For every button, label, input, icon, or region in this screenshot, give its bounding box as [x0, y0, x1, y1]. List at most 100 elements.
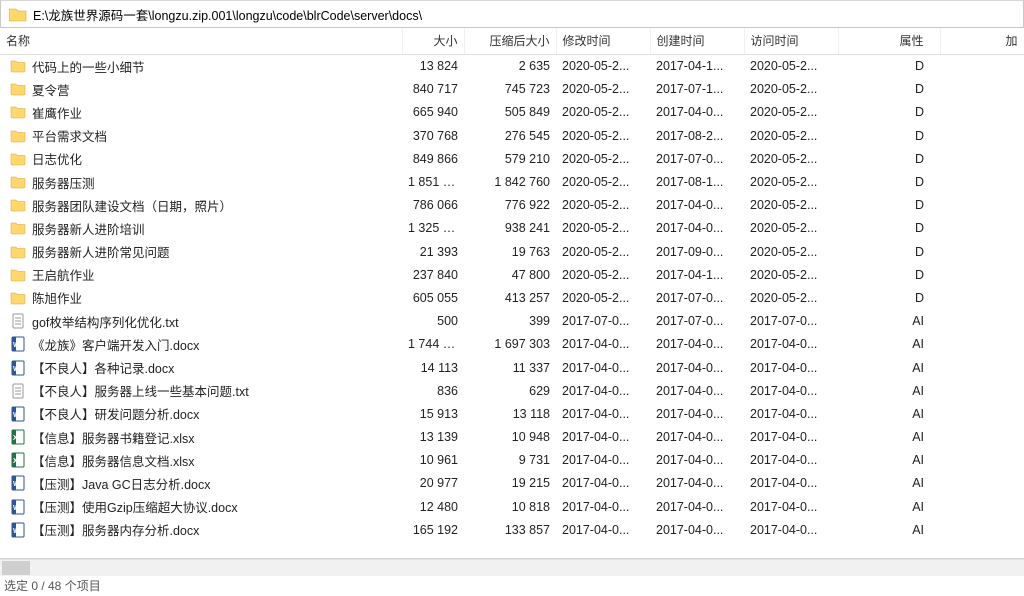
cell-extra [940, 449, 1024, 472]
cell-extra [940, 217, 1024, 240]
cell-accessed: 2017-04-0... [744, 449, 838, 472]
svg-text:W: W [13, 412, 20, 419]
table-row[interactable]: 陈旭作业605 055413 2572020-05-2...2017-07-0.… [0, 286, 1024, 309]
scrollbar-thumb[interactable] [2, 561, 30, 575]
cell-attr: AI [838, 333, 940, 356]
cell-modified: 2020-05-2... [556, 124, 650, 147]
cell-created: 2017-04-0... [650, 101, 744, 124]
table-row[interactable]: X【信息】服务器信息文档.xlsx10 9619 7312017-04-0...… [0, 449, 1024, 472]
cell-name[interactable]: W【不良人】研发问题分析.docx [0, 402, 402, 425]
cell-packed: 629 [464, 379, 556, 402]
col-packed[interactable]: 压缩后大小 [464, 28, 556, 54]
table-row[interactable]: W【压测】Java GC日志分析.docx20 97719 2152017-04… [0, 472, 1024, 495]
table-row[interactable]: W【压测】服务器内存分析.docx165 192133 8572017-04-0… [0, 518, 1024, 541]
table-row[interactable]: 夏令营840 717745 7232020-05-2...2017-07-1..… [0, 78, 1024, 101]
file-name: 陈旭作业 [32, 288, 82, 307]
folder-icon [10, 244, 26, 260]
cell-size: 13 824 [402, 54, 464, 78]
cell-modified: 2020-05-2... [556, 217, 650, 240]
cell-attr: AI [838, 356, 940, 379]
word-icon: W [10, 475, 26, 491]
col-name[interactable]: 名称 [0, 28, 402, 54]
table-row[interactable]: 服务器新人进阶培训1 325 874938 2412020-05-2...201… [0, 217, 1024, 240]
cell-attr: D [838, 240, 940, 263]
column-headers[interactable]: 名称 大小 压缩后大小 修改时间 创建时间 访问时间 属性 加 [0, 28, 1024, 54]
cell-name[interactable]: 服务器压测 [0, 170, 402, 193]
word-icon: W [10, 499, 26, 515]
table-row[interactable]: 服务器新人进阶常见问题21 39319 7632020-05-2...2017-… [0, 240, 1024, 263]
cell-name[interactable]: W【不良人】各种记录.docx [0, 356, 402, 379]
cell-created: 2017-04-0... [650, 333, 744, 356]
cell-size: 849 866 [402, 147, 464, 170]
folder-icon [10, 58, 26, 74]
table-row[interactable]: 崔鹰作业665 940505 8492020-05-2...2017-04-0.… [0, 101, 1024, 124]
cell-name[interactable]: 服务器新人进阶常见问题 [0, 240, 402, 263]
col-attr[interactable]: 属性 [838, 28, 940, 54]
folder-icon [10, 220, 26, 236]
col-size[interactable]: 大小 [402, 28, 464, 54]
table-row[interactable]: W【不良人】各种记录.docx14 11311 3372017-04-0...2… [0, 356, 1024, 379]
cell-name[interactable]: 服务器新人进阶培训 [0, 217, 402, 240]
file-name: 夏令营 [32, 80, 70, 99]
file-name: gof枚举结构序列化优化.txt [32, 312, 179, 331]
table-row[interactable]: 服务器团队建设文档（日期，照片）786 066776 9222020-05-2.… [0, 194, 1024, 217]
cell-size: 165 192 [402, 518, 464, 541]
table-row[interactable]: 日志优化849 866579 2102020-05-2...2017-07-0.… [0, 147, 1024, 170]
cell-extra [940, 426, 1024, 449]
col-created[interactable]: 创建时间 [650, 28, 744, 54]
cell-name[interactable]: gof枚举结构序列化优化.txt [0, 310, 402, 333]
status-bar: 选定 0 / 48 个项目 [0, 576, 1024, 596]
cell-name[interactable]: X【信息】服务器信息文档.xlsx [0, 449, 402, 472]
cell-name[interactable]: 日志优化 [0, 147, 402, 170]
table-row[interactable]: W《龙族》客户端开发入门.docx1 744 9301 697 3032017-… [0, 333, 1024, 356]
cell-name[interactable]: W【压测】Java GC日志分析.docx [0, 472, 402, 495]
cell-name[interactable]: 平台需求文档 [0, 124, 402, 147]
cell-name[interactable]: 王启航作业 [0, 263, 402, 286]
folder-icon [10, 174, 26, 190]
file-name: 王启航作业 [32, 265, 95, 284]
cell-accessed: 2020-05-2... [744, 286, 838, 309]
cell-extra [940, 194, 1024, 217]
col-accessed[interactable]: 访问时间 [744, 28, 838, 54]
table-row[interactable]: 代码上的一些小细节13 8242 6352020-05-2...2017-04-… [0, 54, 1024, 78]
table-row[interactable]: 王启航作业237 84047 8002020-05-2...2017-04-1.… [0, 263, 1024, 286]
table-row[interactable]: 平台需求文档370 768276 5452020-05-2...2017-08-… [0, 124, 1024, 147]
status-text: 选定 0 / 48 个项目 [4, 579, 101, 593]
file-list[interactable]: 名称 大小 压缩后大小 修改时间 创建时间 访问时间 属性 加 代码上的一些小细… [0, 28, 1024, 559]
folder-icon [10, 197, 26, 213]
cell-name[interactable]: 崔鹰作业 [0, 101, 402, 124]
table-row[interactable]: W【压测】使用Gzip压缩超大协议.docx12 48010 8182017-0… [0, 495, 1024, 518]
cell-size: 20 977 [402, 472, 464, 495]
svg-text:W: W [13, 366, 20, 373]
table-row[interactable]: 服务器压测1 851 8791 842 7602020-05-2...2017-… [0, 170, 1024, 193]
table-row[interactable]: W【不良人】研发问题分析.docx15 91313 1182017-04-0..… [0, 402, 1024, 425]
table-row[interactable]: gof枚举结构序列化优化.txt5003992017-07-0...2017-0… [0, 310, 1024, 333]
horizontal-scrollbar[interactable] [0, 559, 1024, 576]
col-modified[interactable]: 修改时间 [556, 28, 650, 54]
cell-name[interactable]: 夏令营 [0, 78, 402, 101]
cell-created: 2017-04-0... [650, 379, 744, 402]
address-bar[interactable]: E:\龙族世界源码一套\longzu.zip.001\longzu\code\b… [0, 0, 1024, 28]
address-path[interactable]: E:\龙族世界源码一套\longzu.zip.001\longzu\code\b… [33, 5, 1019, 24]
table-row[interactable]: X【信息】服务器书籍登记.xlsx13 13910 9482017-04-0..… [0, 426, 1024, 449]
cell-modified: 2020-05-2... [556, 286, 650, 309]
cell-name[interactable]: 代码上的一些小细节 [0, 55, 402, 78]
cell-accessed: 2020-05-2... [744, 170, 838, 193]
cell-name[interactable]: W【压测】使用Gzip压缩超大协议.docx [0, 495, 402, 518]
cell-packed: 399 [464, 310, 556, 333]
cell-name[interactable]: W《龙族》客户端开发入门.docx [0, 333, 402, 356]
cell-modified: 2017-04-0... [556, 518, 650, 541]
file-name: 服务器新人进阶培训 [32, 219, 145, 238]
cell-modified: 2017-04-0... [556, 356, 650, 379]
cell-extra [940, 333, 1024, 356]
table-row[interactable]: 【不良人】服务器上线一些基本问题.txt8366292017-04-0...20… [0, 379, 1024, 402]
cell-name[interactable]: X【信息】服务器书籍登记.xlsx [0, 426, 402, 449]
cell-modified: 2017-04-0... [556, 449, 650, 472]
file-name: 【信息】服务器书籍登记.xlsx [32, 428, 195, 447]
col-extra[interactable]: 加 [940, 28, 1024, 54]
cell-packed: 413 257 [464, 286, 556, 309]
cell-name[interactable]: W【压测】服务器内存分析.docx [0, 518, 402, 541]
cell-name[interactable]: 服务器团队建设文档（日期，照片） [0, 194, 402, 217]
cell-name[interactable]: 陈旭作业 [0, 286, 402, 309]
cell-name[interactable]: 【不良人】服务器上线一些基本问题.txt [0, 379, 402, 402]
